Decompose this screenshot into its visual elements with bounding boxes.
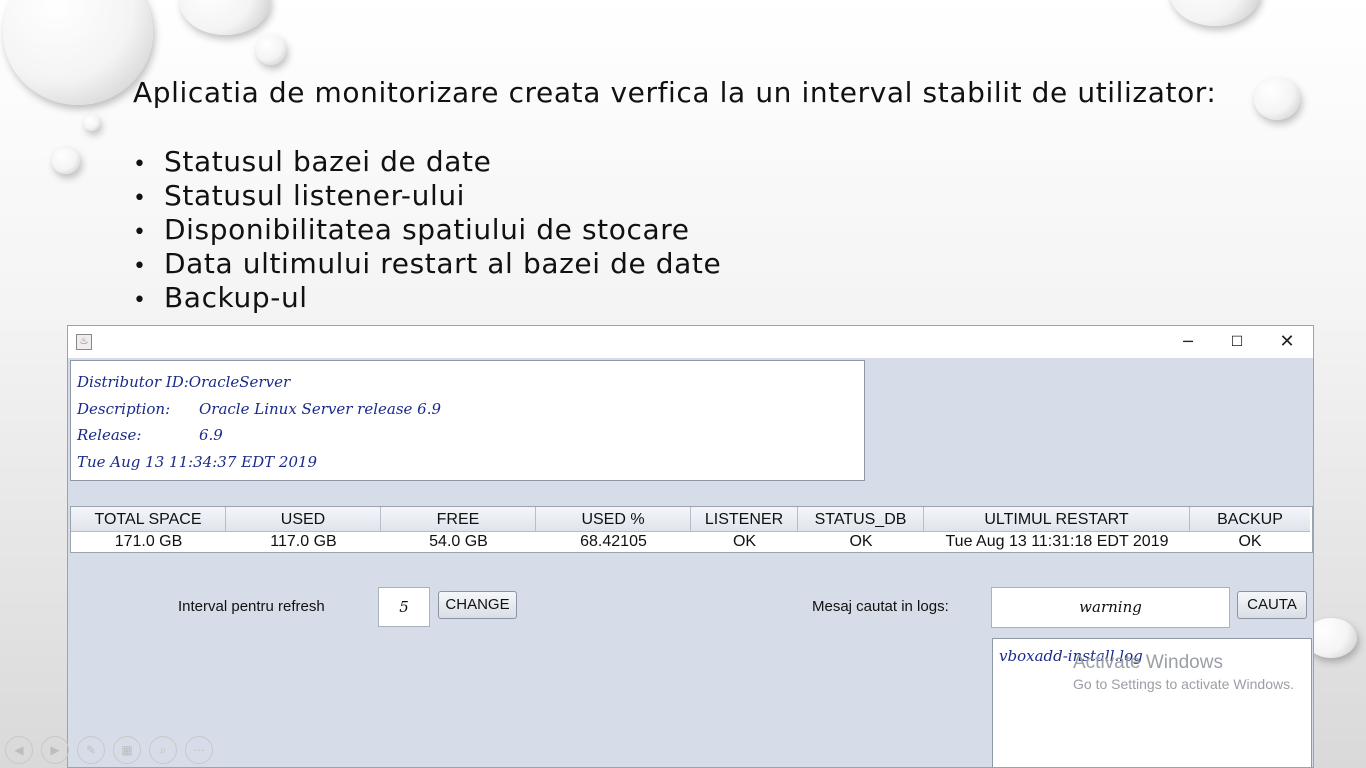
bullet-text: Statusul bazei de date: [164, 145, 492, 178]
table-cell: 54.0 GB: [429, 533, 488, 550]
zoom-icon[interactable]: ⌕: [149, 736, 177, 764]
monitor-app-window: ♨ ─ ☐ ✕ Distributor ID:OracleServer Desc…: [67, 325, 1314, 768]
column-header[interactable]: USED %: [536, 507, 691, 532]
slides-icon[interactable]: ▦: [113, 736, 141, 764]
watermark-subtitle: Go to Settings to activate Windows.: [1073, 676, 1294, 692]
search-message-label: Mesaj cautat in logs:: [812, 598, 949, 615]
bullet-text: Data ultimului restart al bazei de date: [164, 247, 722, 280]
table-cell: OK: [1238, 533, 1262, 550]
column-header[interactable]: LISTENER: [691, 507, 798, 532]
distributor-line: Distributor ID:OracleServer: [77, 373, 291, 391]
bullet-item: • Statusul bazei de date: [133, 145, 492, 178]
water-drop-decoration: [1170, 0, 1260, 26]
water-drop-decoration: [256, 35, 286, 65]
slideshow-nav: ◀ ▶ ✎ ▦ ⌕ ⋯: [5, 736, 213, 764]
column-header[interactable]: STATUS_DB: [798, 507, 924, 532]
maximize-button[interactable]: ☐: [1214, 330, 1260, 354]
table-row[interactable]: 171.0 GB 117.0 GB 54.0 GB 68.42105 OK OK…: [71, 532, 1312, 552]
column-header[interactable]: USED: [226, 507, 381, 532]
java-app-icon: ♨: [76, 334, 92, 350]
table-cell: OK: [732, 533, 757, 550]
description-line: Description: Oracle Linux Server release …: [77, 396, 858, 423]
refresh-interval-label: Interval pentru refresh: [178, 598, 325, 615]
table-cell: 117.0 GB: [270, 533, 337, 550]
release-line: Release: 6.9: [77, 422, 858, 449]
window-titlebar[interactable]: ♨ ─ ☐ ✕: [68, 326, 1313, 358]
watermark-title: Activate Windows: [1073, 652, 1223, 673]
water-drop-decoration: [52, 148, 80, 174]
activate-windows-watermark: Activate Windows Go to Settings to activ…: [1073, 652, 1294, 692]
description-value: Oracle Linux Server release 6.9: [199, 399, 442, 418]
column-header[interactable]: TOTAL SPACE: [71, 507, 226, 532]
more-icon[interactable]: ⋯: [185, 736, 213, 764]
refresh-interval-input[interactable]: 5: [378, 587, 430, 627]
table-header-row: TOTAL SPACE USED FREE USED % LISTENER ST…: [71, 507, 1312, 532]
water-drop-decoration: [3, 0, 153, 105]
water-drop-decoration: [84, 115, 100, 131]
pen-icon[interactable]: ✎: [77, 736, 105, 764]
bullet-item: • Statusul listener-ului: [133, 179, 466, 212]
forward-icon[interactable]: ▶: [41, 736, 69, 764]
column-header[interactable]: ULTIMUL RESTART: [924, 507, 1190, 532]
bullet-text: Statusul listener-ului: [164, 179, 466, 212]
water-drop-decoration: [1254, 78, 1300, 120]
description-key: Description:: [77, 399, 171, 418]
water-drop-decoration: [180, 0, 270, 35]
table-cell: 68.42105: [580, 533, 647, 550]
minimize-button[interactable]: ─: [1165, 330, 1211, 354]
bullet-text: Backup-ul: [164, 281, 308, 314]
slide-title: Aplicatia de monitorizare creata verfica…: [133, 76, 1217, 109]
bullet-item: • Backup-ul: [133, 281, 308, 314]
change-button[interactable]: CHANGE: [438, 591, 517, 619]
system-info-panel: Distributor ID:OracleServer Description:…: [70, 360, 865, 481]
search-button[interactable]: CAUTA: [1237, 591, 1307, 619]
bullet-list: • Statusul bazei de date • Statusul listen…: [133, 145, 721, 315]
back-icon[interactable]: ◀: [5, 736, 33, 764]
table-cell: Tue Aug 13 11:31:18 EDT 2019: [945, 533, 1169, 550]
status-table: TOTAL SPACE USED FREE USED % LISTENER ST…: [70, 506, 1313, 553]
date-line: Tue Aug 13 11:34:37 EDT 2019: [77, 452, 318, 471]
search-message-input[interactable]: warning: [991, 587, 1230, 628]
table-cell: OK: [849, 533, 873, 550]
column-header[interactable]: FREE: [381, 507, 536, 532]
bullet-text: Disponibilitatea spatiului de stocare: [164, 213, 690, 246]
column-header[interactable]: BACKUP: [1190, 507, 1310, 532]
release-key: Release:: [77, 426, 142, 444]
close-button[interactable]: ✕: [1264, 330, 1310, 354]
release-value: 6.9: [199, 426, 223, 444]
bullet-item: • Disponibilitatea spatiului de stocare: [133, 213, 690, 246]
bullet-item: • Data ultimului restart al bazei de date: [133, 247, 722, 280]
table-cell: 171.0 GB: [114, 533, 183, 550]
